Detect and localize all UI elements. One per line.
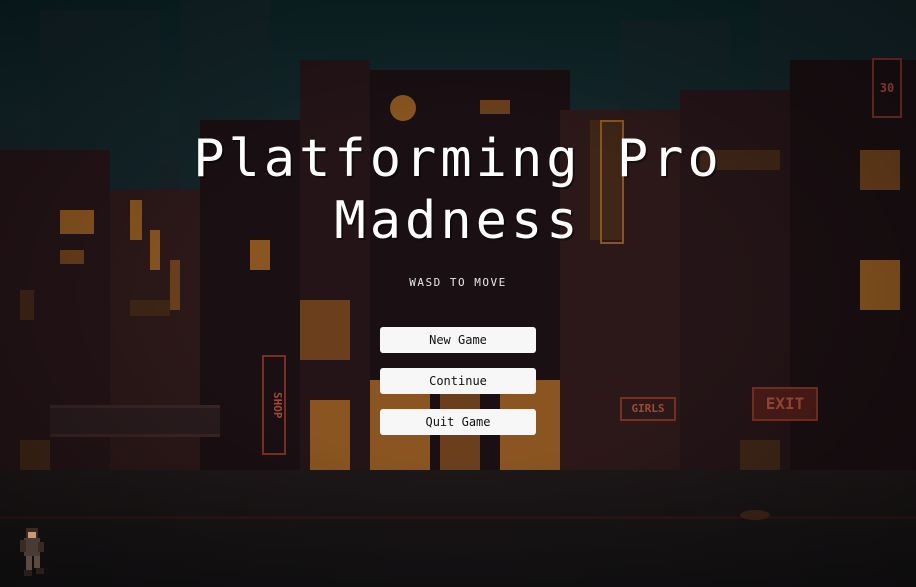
game-screen: SHOP GIRLS EXIT 30 Platforming Pro Madne… (0, 0, 916, 587)
game-title: Platforming Pro Madness (100, 128, 816, 252)
girls-sign: GIRLS (620, 397, 676, 421)
new-game-button[interactable]: New Game (380, 327, 536, 353)
game-title-line1: Platforming Pro (193, 129, 723, 189)
shop-sign: SHOP (262, 355, 286, 455)
quit-game-button[interactable]: Quit Game (380, 409, 536, 435)
city-background: SHOP GIRLS EXIT 30 (0, 0, 916, 587)
player-character-icon (20, 528, 44, 576)
continue-button[interactable]: Continue (380, 368, 536, 394)
game-title-line2: Madness (334, 191, 582, 251)
exit-sign: EXIT (752, 387, 818, 421)
corner-sign: 30 (872, 58, 902, 118)
controls-hint: WASD TO MOVE (409, 276, 507, 289)
main-menu: New Game Continue Quit Game (380, 327, 536, 450)
